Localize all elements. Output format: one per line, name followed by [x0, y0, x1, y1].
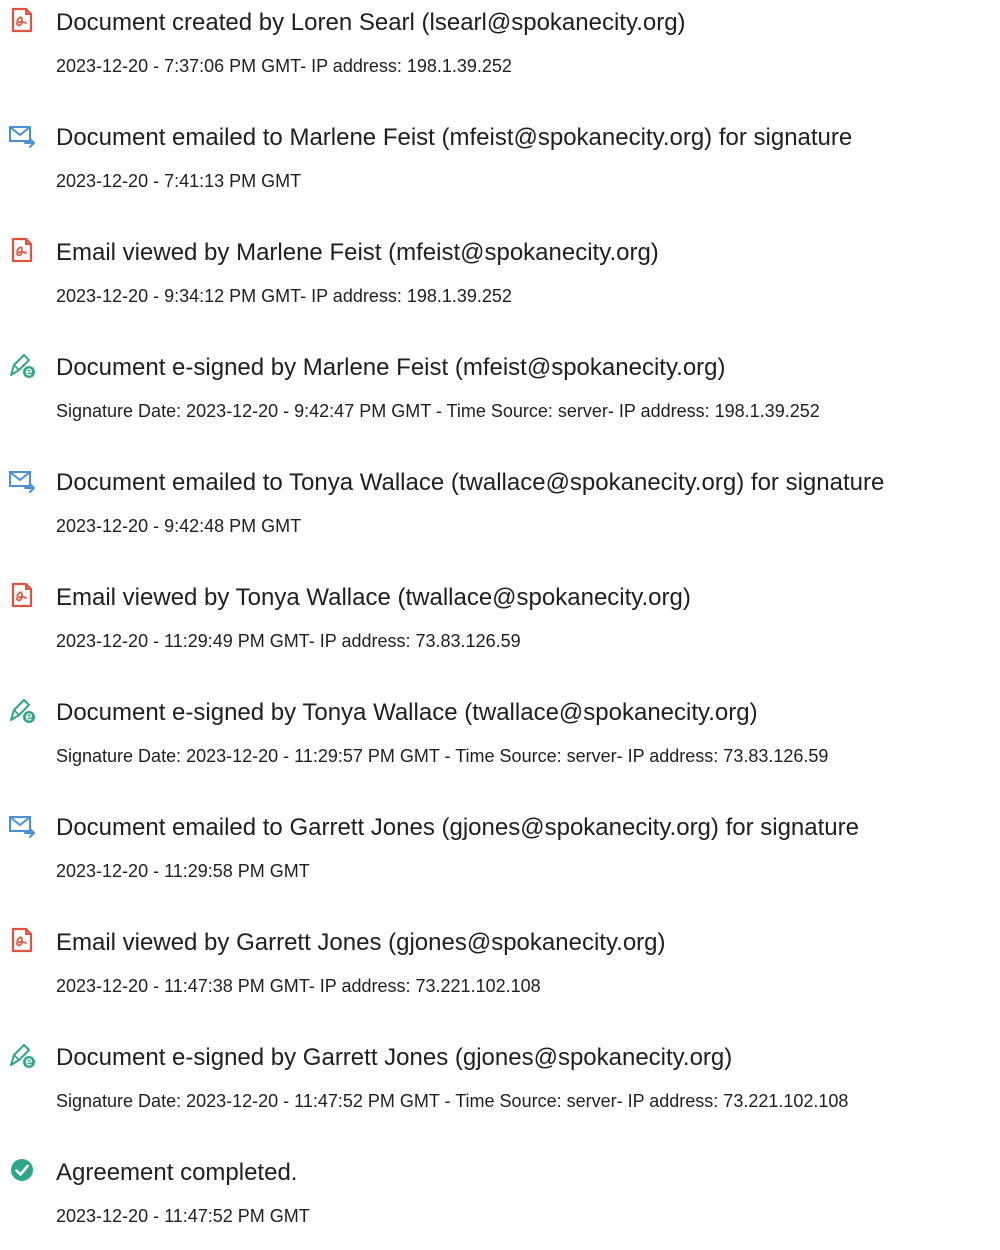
- email-sent-icon: [8, 466, 36, 494]
- e-signed-icon: [8, 696, 36, 724]
- event-title: Email viewed by Marlene Feist (mfeist@sp…: [56, 239, 659, 266]
- completed-check-icon: [8, 1156, 36, 1184]
- history-event: Document emailed to Marlene Feist (mfeis…: [0, 115, 1000, 215]
- document-viewed-icon: [8, 236, 36, 264]
- event-title: Document e-signed by Tonya Wallace (twal…: [56, 699, 758, 726]
- history-event: Email viewed by Tonya Wallace (twallace@…: [0, 575, 1000, 675]
- event-detail: Signature Date: 2023-12-20 - 9:42:47 PM …: [56, 401, 820, 421]
- event-detail: 2023-12-20 - 11:47:38 PM GMT- IP address…: [56, 976, 541, 996]
- event-title: Document e-signed by Marlene Feist (mfei…: [56, 354, 726, 381]
- history-event: Document created by Loren Searl (lsearl@…: [0, 0, 1000, 100]
- event-title: Document created by Loren Searl (lsearl@…: [56, 9, 686, 36]
- event-title: Email viewed by Garrett Jones (gjones@sp…: [56, 929, 666, 956]
- event-title: Document e-signed by Garrett Jones (gjon…: [56, 1044, 733, 1071]
- event-title: Document emailed to Marlene Feist (mfeis…: [56, 124, 853, 151]
- e-signed-icon: [8, 351, 36, 379]
- event-detail: 2023-12-20 - 7:41:13 PM GMT: [56, 171, 302, 191]
- event-detail: 2023-12-20 - 11:29:49 PM GMT- IP address…: [56, 631, 521, 651]
- event-detail: 2023-12-20 - 9:42:48 PM GMT: [56, 516, 302, 536]
- email-sent-icon: [8, 811, 36, 839]
- event-detail: 2023-12-20 - 11:29:58 PM GMT: [56, 861, 310, 881]
- e-signed-icon: [8, 1041, 36, 1069]
- history-event: Document e-signed by Marlene Feist (mfei…: [0, 345, 1000, 445]
- event-detail: Signature Date: 2023-12-20 - 11:29:57 PM…: [56, 746, 829, 766]
- event-title: Document emailed to Tonya Wallace (twall…: [56, 469, 885, 496]
- document-viewed-icon: [8, 581, 36, 609]
- event-title: Email viewed by Tonya Wallace (twallace@…: [56, 584, 691, 611]
- document-created-icon: [8, 6, 36, 34]
- history-event: Document e-signed by Tonya Wallace (twal…: [0, 690, 1000, 790]
- history-event: Email viewed by Marlene Feist (mfeist@sp…: [0, 230, 1000, 330]
- event-detail: Signature Date: 2023-12-20 - 11:47:52 PM…: [56, 1091, 849, 1111]
- history-event: Document e-signed by Garrett Jones (gjon…: [0, 1035, 1000, 1135]
- event-title: Agreement completed.: [56, 1159, 298, 1186]
- document-viewed-icon: [8, 926, 36, 954]
- event-title: Document emailed to Garrett Jones (gjone…: [56, 814, 859, 841]
- event-detail: 2023-12-20 - 11:47:52 PM GMT: [56, 1206, 310, 1226]
- event-detail: 2023-12-20 - 9:34:12 PM GMT- IP address:…: [56, 286, 512, 306]
- history-event: Document emailed to Tonya Wallace (twall…: [0, 460, 1000, 560]
- event-detail: 2023-12-20 - 7:37:06 PM GMT- IP address:…: [56, 56, 512, 76]
- history-event: Email viewed by Garrett Jones (gjones@sp…: [0, 920, 1000, 1020]
- history-event: Document emailed to Garrett Jones (gjone…: [0, 805, 1000, 905]
- email-sent-icon: [8, 121, 36, 149]
- history-event: Agreement completed. 2023-12-20 - 11:47:…: [0, 1150, 1000, 1250]
